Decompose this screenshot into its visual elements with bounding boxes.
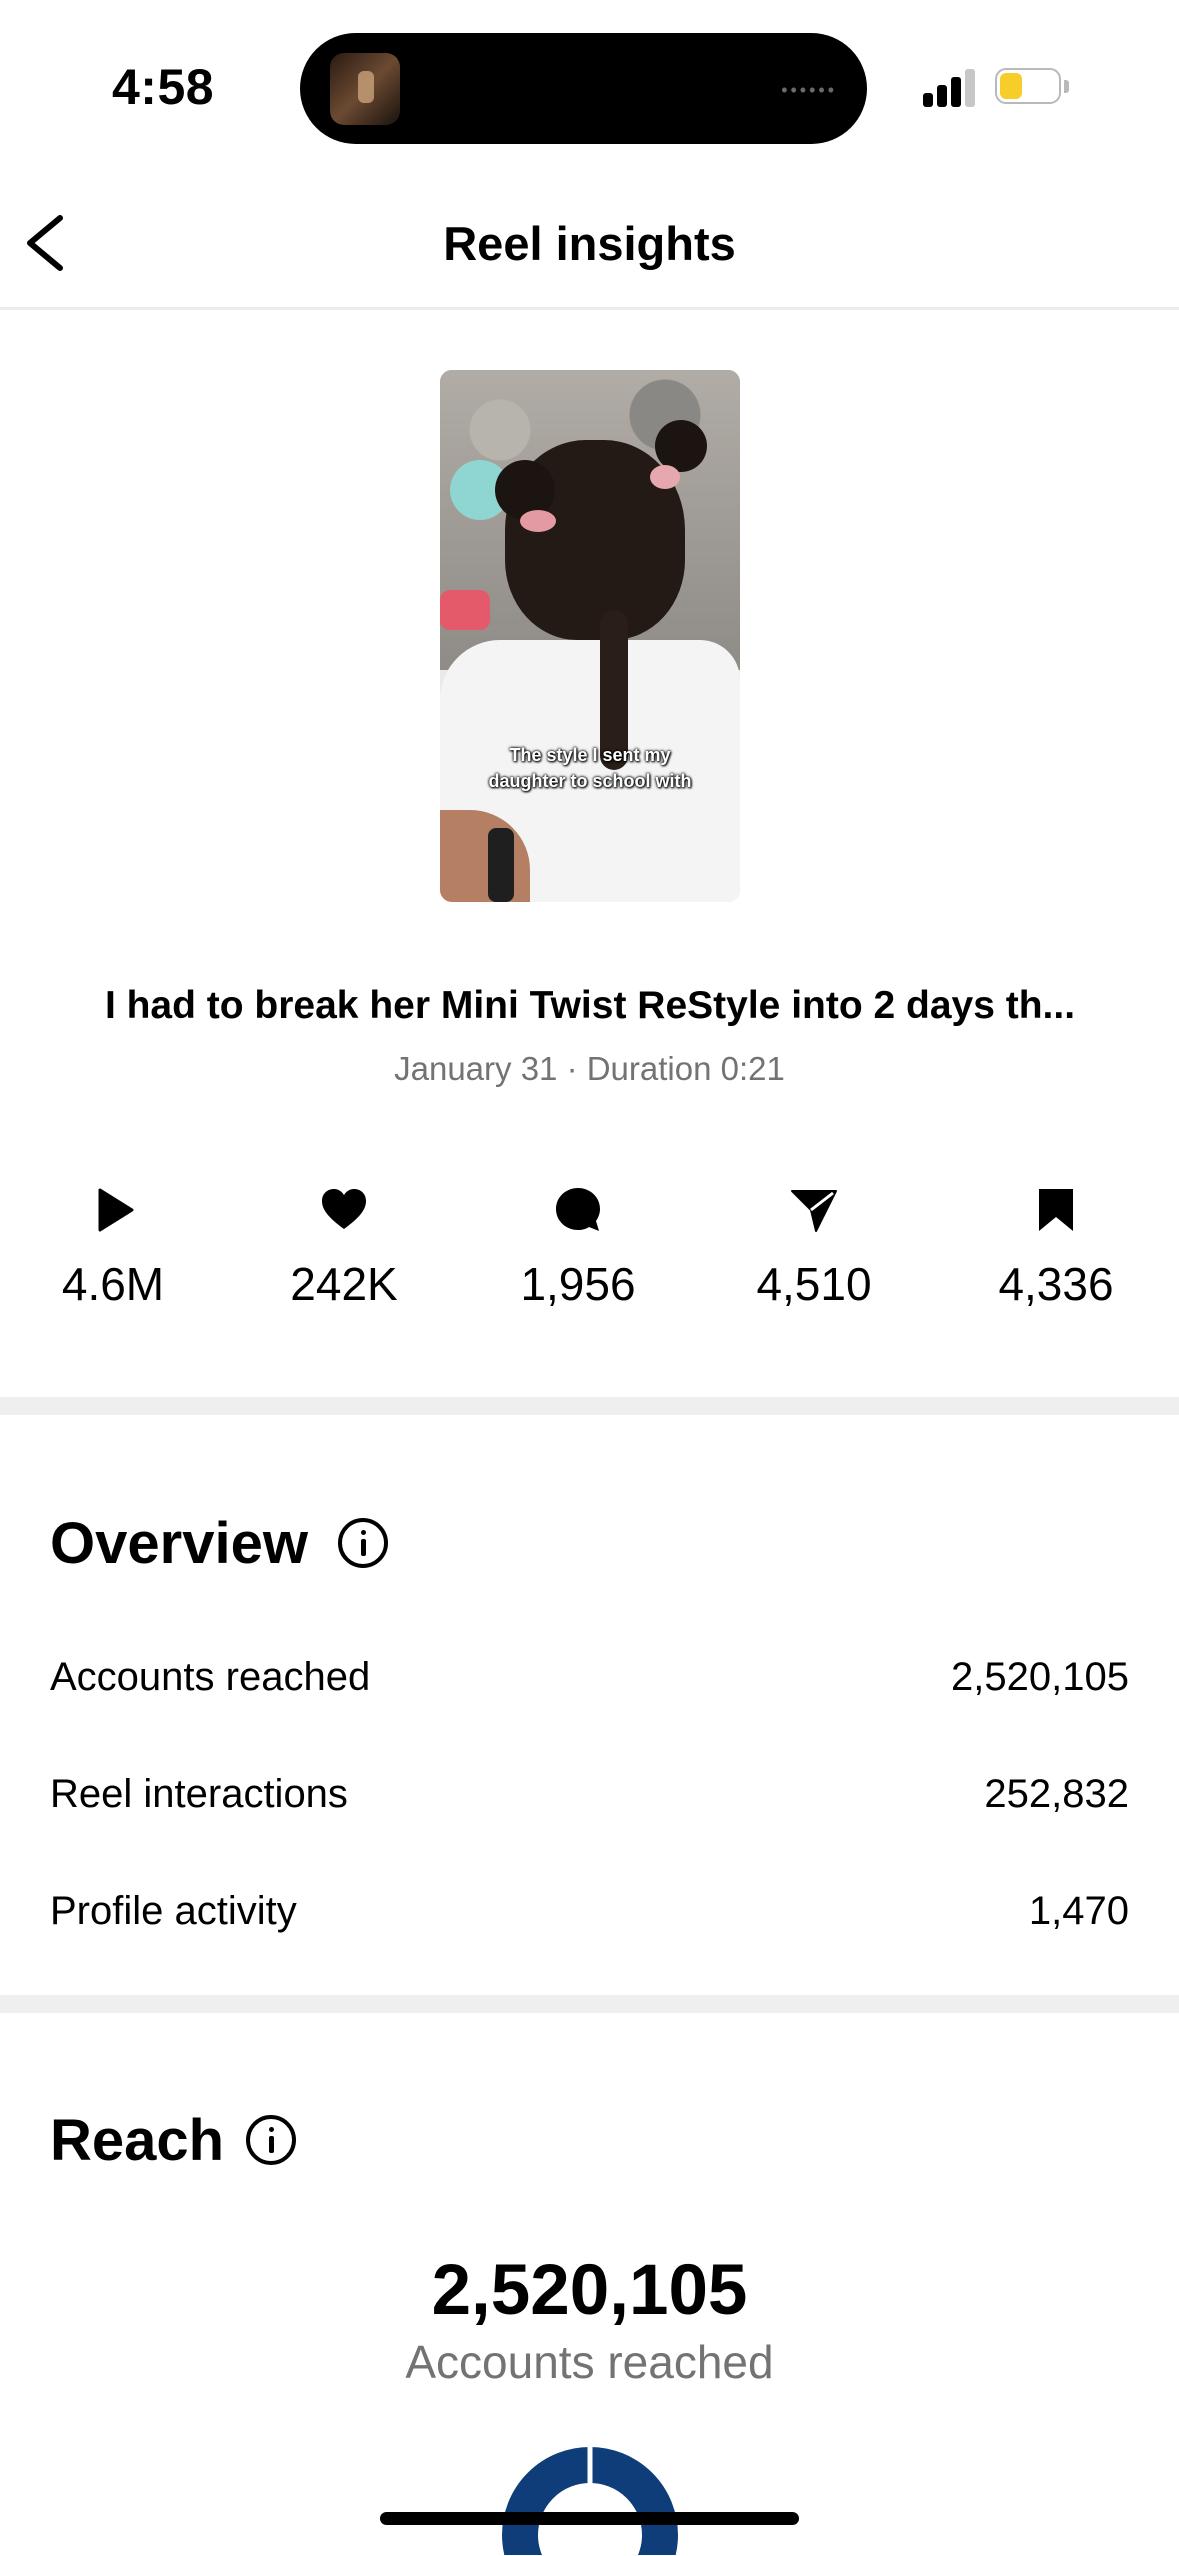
overview-info-icon[interactable] bbox=[338, 1518, 388, 1568]
header-divider bbox=[0, 307, 1179, 310]
audio-waveform-icon: •••••• bbox=[781, 80, 837, 100]
stat-value: 4,336 bbox=[998, 1258, 1114, 1310]
reach-heading: Reach bbox=[50, 2108, 225, 2173]
page-title: Reel insights bbox=[443, 217, 736, 270]
reel-meta: January 31 · Duration 0:21 bbox=[394, 1050, 785, 1087]
reel-interactions-value: 252,832 bbox=[984, 1772, 1129, 1816]
section-divider bbox=[0, 1995, 1179, 2013]
stat-value: 1,956 bbox=[520, 1258, 636, 1310]
section-divider bbox=[0, 1397, 1179, 1415]
stat-shares: 4,510 bbox=[714, 1185, 914, 1311]
profile-activity-label: Profile activity bbox=[50, 1889, 297, 1933]
comment-icon bbox=[556, 1188, 600, 1231]
reach-label: Accounts reached bbox=[405, 2336, 774, 2388]
stat-value: 4.6M bbox=[61, 1258, 165, 1310]
accounts-reached-value: 2,520,105 bbox=[951, 1655, 1129, 1699]
stat-saves: 4,336 bbox=[956, 1185, 1156, 1311]
reach-value: 2,520,105 bbox=[431, 2251, 748, 2330]
stat-value: 4,510 bbox=[756, 1258, 872, 1310]
heart-icon bbox=[322, 1189, 366, 1229]
bookmark-icon bbox=[1039, 1189, 1073, 1231]
stat-plays: 4.6M bbox=[13, 1185, 213, 1311]
status-time: 4:58 bbox=[112, 59, 215, 115]
stat-comments: 1,956 bbox=[478, 1185, 678, 1311]
play-icon bbox=[98, 1188, 134, 1232]
reel-caption: I had to break her Mini Twist ReStyle in… bbox=[104, 984, 1076, 1027]
reach-donut-chart bbox=[500, 2445, 680, 2555]
accounts-reached-label: Accounts reached bbox=[50, 1655, 371, 1699]
stat-likes: 242K bbox=[244, 1185, 444, 1311]
reel-thumbnail[interactable]: The style I sent my daughter to school w… bbox=[440, 370, 740, 902]
reach-info-icon[interactable] bbox=[246, 2115, 296, 2165]
overview-heading: Overview bbox=[50, 1511, 308, 1576]
reel-overlay-caption: The style I sent my daughter to school w… bbox=[488, 745, 692, 791]
dynamic-island[interactable]: •••••• bbox=[300, 33, 867, 144]
stat-value: 242K bbox=[290, 1258, 398, 1310]
profile-activity-value: 1,470 bbox=[1028, 1889, 1129, 1933]
now-playing-thumbnail bbox=[330, 53, 400, 125]
battery-icon bbox=[995, 68, 1071, 106]
cellular-signal-icon bbox=[923, 67, 979, 107]
home-indicator[interactable] bbox=[380, 2512, 799, 2525]
reel-interactions-label: Reel interactions bbox=[50, 1772, 348, 1816]
send-icon bbox=[791, 1190, 837, 1232]
